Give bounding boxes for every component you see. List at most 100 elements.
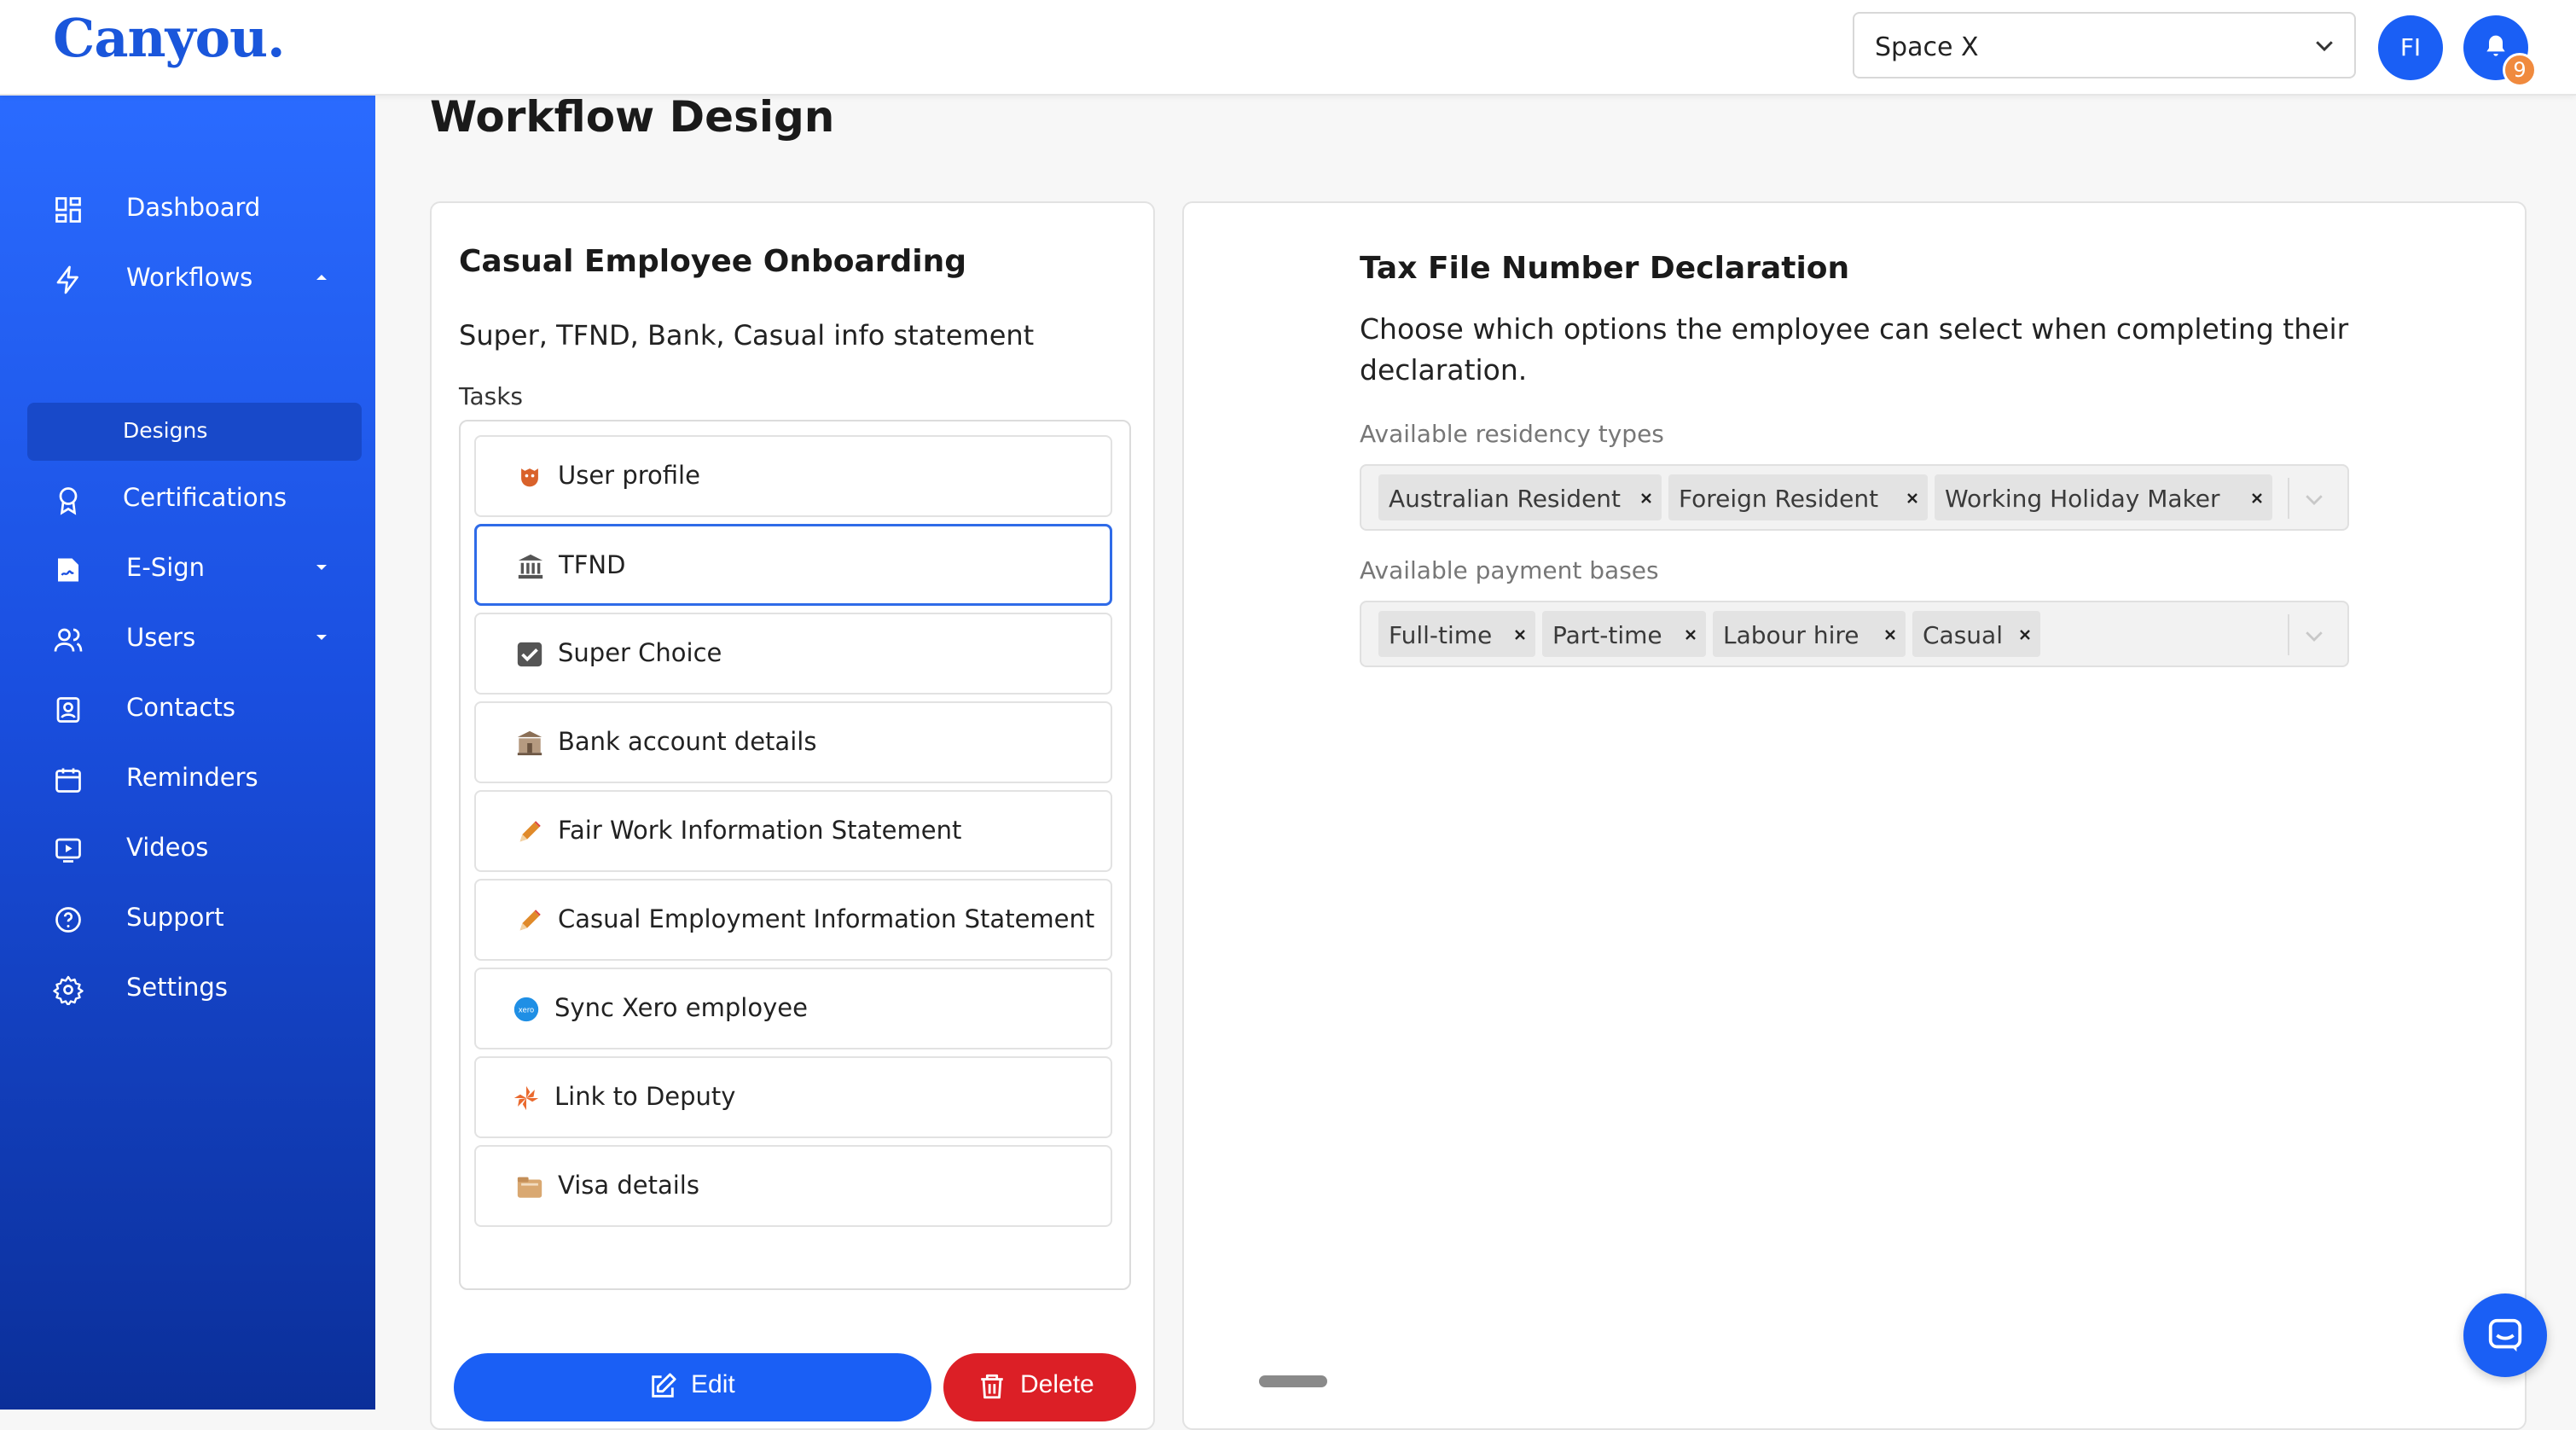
bank-building-icon [518,554,543,579]
detail-description: Choose which options the employee can se… [1360,312,2349,387]
video-icon [55,838,81,863]
chip-label: Labour hire [1723,621,1859,649]
top-header: Canyou. Space X FI 9 [0,0,2576,96]
sidebar-item-certifications[interactable]: Certifications [0,466,375,531]
chevron-down-icon[interactable] [2301,486,2327,512]
task-item-super-choice[interactable]: Super Choice [474,613,1112,695]
caret-down-icon [316,565,327,570]
sidebar-item-label: Settings [126,973,228,1002]
contacts-icon [56,697,80,723]
remove-chip-icon[interactable] [1513,628,1527,642]
task-label: User profile [558,461,700,490]
delete-button-label: Delete [1020,1370,1094,1398]
folder-icon [517,1177,542,1198]
workflow-title: Casual Employee Onboarding [459,244,967,279]
task-label: Super Choice [558,638,722,667]
residency-chip: Working Holiday Maker [1935,474,2272,520]
sidebar-item-contacts[interactable]: Contacts [0,676,375,741]
select-separator [2288,614,2289,655]
chip-label: Australian Resident [1389,485,1622,513]
task-item-link-to-deputy[interactable]: Link to Deputy [474,1056,1112,1138]
task-detail-card: Tax File Number Declaration Choose which… [1182,201,2527,1430]
pencil-icon [519,910,541,931]
chip-label: Casual [1923,621,2003,649]
chevron-down-icon [2316,41,2333,52]
task-label: Casual Employment Information Statement [558,904,1095,933]
pencil-icon [519,821,541,842]
space-select[interactable]: Space X [1853,12,2356,78]
space-select-value: Space X [1875,32,1979,62]
payment-bases-select[interactable]: Full-time Part-time Labour hire Casual [1360,601,2349,667]
xero-icon: xero [513,997,539,1022]
sidebar-item-e-sign[interactable]: E-Sign [0,536,375,601]
award-icon [59,487,78,515]
sidebar-item-dashboard[interactable]: Dashboard [0,176,375,241]
chevron-down-icon[interactable] [2301,623,2327,648]
svg-text:xero: xero [519,1007,535,1015]
task-item-tfnd[interactable]: TFND [474,524,1112,606]
task-item-bank-account-details[interactable]: Bank account details [474,701,1112,783]
payment-bases-label: Available payment bases [1360,556,1659,584]
chip-label: Part-time [1552,621,1662,649]
task-item-user-profile[interactable]: User profile [474,435,1112,517]
task-label: Visa details [558,1171,699,1200]
sidebar-item-label: Contacts [126,693,235,722]
bell-icon [2486,35,2505,56]
remove-chip-icon[interactable] [1906,491,1919,505]
sidebar-item-support[interactable]: Support [0,886,375,950]
task-item-sync-xero[interactable]: xero Sync Xero employee [474,968,1112,1049]
sidebar-subitem-designs[interactable]: Designs [27,403,362,461]
edit-button-label: Edit [691,1370,735,1398]
remove-chip-icon[interactable] [2018,628,2032,642]
scroll-handle[interactable] [1259,1375,1327,1387]
sidebar-item-label: Workflows [126,263,253,292]
checkbox-icon [517,642,542,667]
task-label: Sync Xero employee [554,993,808,1022]
tasks-list: User profile TFND Super Choice Bank acco… [459,420,1131,1290]
remove-chip-icon[interactable] [1639,491,1653,505]
sidebar-item-users[interactable]: Users [0,606,375,671]
edit-button[interactable]: Edit [454,1353,931,1421]
user-profile-icon [521,468,538,487]
workflow-card: Casual Employee Onboarding Super, TFND, … [430,201,1155,1430]
residency-chip: Australian Resident [1378,474,1662,520]
chat-icon [2488,1318,2522,1352]
sidebar-item-workflows[interactable]: Workflows [0,246,375,311]
sidebar-item-label: Support [126,903,224,932]
chip-label: Foreign Resident [1679,485,1879,513]
edit-icon [652,1373,676,1398]
brand-logo[interactable]: Canyou. [53,7,286,69]
remove-chip-icon[interactable] [1883,628,1897,642]
tasks-label: Tasks [459,382,524,410]
help-icon [55,907,81,933]
sidebar-item-label: Videos [126,833,209,862]
remove-chip-icon[interactable] [2250,491,2264,505]
sidebar-item-reminders[interactable]: Reminders [0,746,375,811]
task-item-fair-work-statement[interactable]: Fair Work Information Statement [474,790,1112,872]
delete-button[interactable]: Delete [943,1353,1136,1421]
sidebar-item-videos[interactable]: Videos [0,816,375,881]
residency-types-select[interactable]: Australian Resident Foreign Resident Wor… [1360,464,2349,531]
caret-down-icon [316,635,327,640]
sidebar-item-label: Reminders [126,763,258,792]
sidebar-item-label: Certifications [123,483,287,512]
task-label: Fair Work Information Statement [558,816,962,845]
chip-label: Full-time [1389,621,1493,649]
chip-label: Working Holiday Maker [1945,485,2220,513]
sidebar-subitem-label: Designs [123,418,208,443]
remove-chip-icon[interactable] [1684,628,1697,642]
user-avatar[interactable]: FI [2378,15,2443,80]
chat-launcher-button[interactable] [2463,1293,2547,1377]
residency-chip: Foreign Resident [1668,474,1928,520]
notification-count-badge: 9 [2503,53,2537,87]
task-item-visa-details[interactable]: Visa details [474,1145,1112,1227]
sidebar-item-settings[interactable]: Settings [0,956,375,1020]
task-label: TFND [559,550,626,579]
dashboard-icon [55,197,81,223]
page-title: Workflow Design [430,92,835,142]
lightning-icon [56,265,78,294]
task-item-casual-employment-statement[interactable]: Casual Employment Information Statement [474,879,1112,961]
sidebar-item-label: Dashboard [126,193,261,222]
caret-up-icon [316,275,327,280]
sidebar-item-label: Users [126,623,196,652]
